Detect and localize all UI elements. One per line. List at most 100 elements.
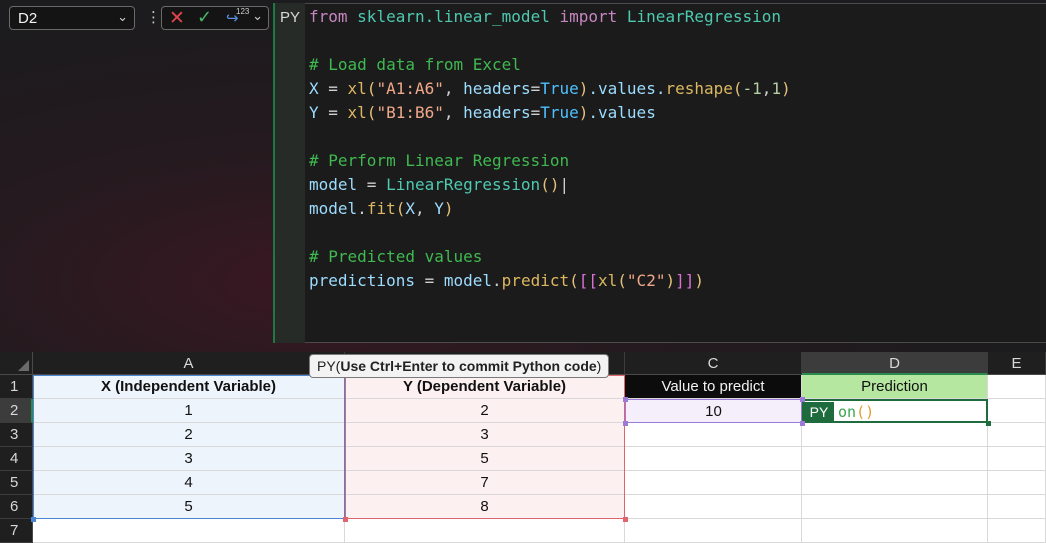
cell-a3[interactable]: 2 — [33, 423, 345, 447]
cell-e5[interactable] — [988, 471, 1046, 495]
selection-handle[interactable] — [343, 517, 348, 522]
cell-b6[interactable]: 8 — [345, 495, 625, 519]
cell-d5[interactable] — [802, 471, 988, 495]
cell-b2[interactable]: 2 — [345, 399, 625, 423]
cell-d1[interactable]: Prediction — [802, 375, 988, 399]
cell-c5[interactable] — [625, 471, 802, 495]
column-header-c[interactable]: C — [625, 352, 802, 375]
row-header-5[interactable]: 5 — [0, 471, 33, 495]
code-token: "C2" — [626, 271, 666, 290]
column-header-d[interactable]: D — [802, 352, 988, 375]
cell-a7[interactable] — [33, 519, 345, 543]
cell-a1[interactable]: X (Independent Variable) — [33, 375, 345, 399]
cell-a4[interactable]: 3 — [33, 447, 345, 471]
code-token: . — [492, 271, 502, 290]
code-token: xl — [598, 271, 618, 290]
code-token: xl — [347, 79, 367, 98]
row-header-6[interactable]: 6 — [0, 495, 33, 519]
cell-d7[interactable] — [802, 519, 988, 543]
code-token: ) — [665, 271, 676, 290]
python-cell-text: on — [838, 403, 857, 421]
cell-c1[interactable]: Value to predict — [625, 375, 802, 399]
select-all-button[interactable] — [0, 352, 33, 375]
selection-handle[interactable] — [623, 397, 628, 402]
code-token: ( — [569, 271, 579, 290]
code-token: = — [530, 103, 541, 122]
row-header-3[interactable]: 3 — [0, 423, 33, 447]
name-box-value: D2 — [18, 10, 38, 27]
code-line: model.fit(X, Y) — [309, 197, 791, 221]
code-line: # Load data from Excel — [309, 53, 791, 77]
code-line: # Predicted values — [309, 245, 791, 269]
python-cell-parens: () — [856, 403, 875, 421]
column-header-e[interactable]: E — [988, 352, 1046, 375]
code-token: fit — [366, 199, 396, 218]
row-header-2[interactable]: 2 — [0, 399, 33, 423]
formula-buttons: ✕ ✓ ↪ 123 ⌄ — [161, 6, 269, 30]
selection-handle[interactable] — [986, 421, 991, 426]
code-token: , — [443, 103, 464, 122]
cell-e6[interactable] — [988, 495, 1046, 519]
code-token: ( — [366, 79, 377, 98]
code-token: ) — [781, 79, 791, 98]
chevron-down-icon[interactable]: ⌄ — [117, 9, 128, 25]
code-token: model — [309, 199, 358, 218]
code-token: ]] — [675, 271, 695, 290]
python-mode-label: PY — [280, 9, 301, 26]
code-line: Y = xl("B1:B6", headers=True).values — [309, 101, 791, 125]
cell-b3[interactable]: 3 — [345, 423, 625, 447]
cell-e7[interactable] — [988, 519, 1046, 543]
code-token: , — [415, 199, 435, 218]
cell-b7[interactable] — [345, 519, 625, 543]
cell-c2[interactable]: 10 — [625, 399, 802, 423]
cell-d2[interactable]: PY on() — [802, 399, 988, 423]
cell-a2[interactable]: 1 — [33, 399, 345, 423]
selection-handle[interactable] — [623, 517, 628, 522]
selection-handle[interactable] — [800, 421, 805, 426]
python-code[interactable]: from sklearn.linear_model import LinearR… — [309, 5, 791, 293]
code-line: X = xl("A1:A6", headers=True).values.res… — [309, 77, 791, 101]
cell-c7[interactable] — [625, 519, 802, 543]
selection-handle[interactable] — [31, 517, 36, 522]
code-line: # Perform Linear Regression — [309, 149, 791, 173]
cell-e1[interactable] — [988, 375, 1046, 399]
more-options-icon[interactable]: ⋮ — [146, 8, 161, 26]
python-cell-badge: PY — [804, 402, 834, 422]
cell-c4[interactable] — [625, 447, 802, 471]
cell-a5[interactable]: 4 — [33, 471, 345, 495]
cell-b5[interactable]: 7 — [345, 471, 625, 495]
row-header-7[interactable]: 7 — [0, 519, 33, 543]
code-token: headers — [463, 103, 531, 122]
cell-c6[interactable] — [625, 495, 802, 519]
row-header-4[interactable]: 4 — [0, 447, 33, 471]
selection-handle[interactable] — [623, 421, 628, 426]
code-token: () — [540, 175, 560, 194]
cell-a6[interactable]: 5 — [33, 495, 345, 519]
cell-e3[interactable] — [988, 423, 1046, 447]
cell-c3[interactable] — [625, 423, 802, 447]
x-icon[interactable]: ✕ — [169, 7, 185, 29]
name-box[interactable]: D2 ⌄ — [9, 6, 135, 30]
check-icon[interactable]: ✓ — [197, 7, 212, 28]
cell-d6[interactable] — [802, 495, 988, 519]
code-token: # Load data from Excel — [309, 55, 521, 74]
chevron-down-icon[interactable]: ⌄ — [252, 9, 263, 24]
cell-e2[interactable] — [988, 399, 1046, 423]
code-token: from — [309, 7, 358, 26]
tooltip-prefix: PY( — [317, 358, 341, 374]
cell-e4[interactable] — [988, 447, 1046, 471]
selection-handle[interactable] — [800, 397, 805, 402]
code-token: reshape — [665, 79, 733, 98]
code-token: predict — [501, 271, 570, 290]
cell-b1[interactable]: Y (Dependent Variable) — [345, 375, 625, 399]
cell-d3[interactable] — [802, 423, 988, 447]
row-header-1[interactable]: 1 — [0, 375, 33, 399]
code-token: . — [357, 199, 367, 218]
cell-d4[interactable] — [802, 447, 988, 471]
cell-b4[interactable]: 5 — [345, 447, 625, 471]
column-header-a[interactable]: A — [33, 352, 345, 375]
code-token: X — [405, 199, 415, 218]
python-gutter: PY — [273, 3, 305, 343]
